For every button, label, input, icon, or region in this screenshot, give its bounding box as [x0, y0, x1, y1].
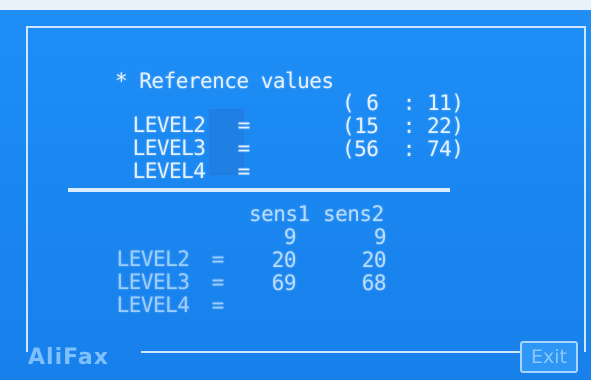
exit-button[interactable]: Exit — [520, 341, 578, 373]
measurement-sens1-value: 69 — [271, 271, 297, 295]
reference-row-range: ( 6 : 11) — [342, 91, 464, 115]
column-header-sens1: sens1 — [249, 202, 310, 226]
measurement-sens1-value: 20 — [271, 248, 297, 272]
reference-title: * Reference values — [115, 69, 334, 93]
reference-row-label: LEVEL4 — [132, 159, 206, 183]
column-header-sens2: sens2 — [323, 202, 384, 226]
section-divider — [68, 188, 450, 192]
brand-logo: AliFax — [28, 345, 109, 370]
screen-top-edge — [0, 0, 591, 10]
reference-row-level4: LEVEL4 = (56 : 74) — [84, 138, 464, 226]
measurement-sens2-value: 68 — [361, 271, 387, 295]
reference-row-equals: = — [237, 159, 251, 183]
measurement-sens2-value: 20 — [361, 248, 387, 272]
measurement-sens1-value: 9 — [283, 225, 297, 249]
reference-row-range: (56 : 74) — [342, 137, 464, 161]
measurement-row-equals: = — [211, 293, 225, 317]
reference-row-range: (15 : 22) — [342, 114, 464, 138]
measurement-row-label: LEVEL4 — [116, 293, 190, 317]
device-screen: * Reference values LEVEL2 = ( 6 : 11) LEV… — [0, 0, 591, 380]
measurement-sens2-value: 9 — [373, 225, 387, 249]
